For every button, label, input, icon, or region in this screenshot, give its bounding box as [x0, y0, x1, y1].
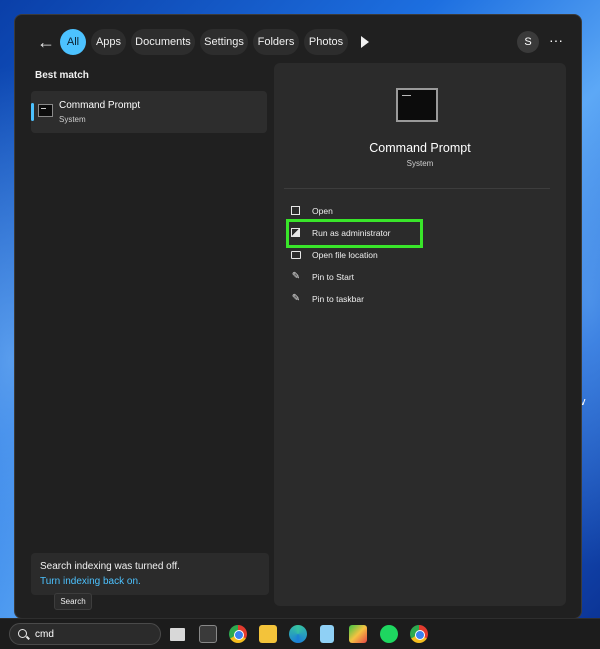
action-open-file-location[interactable]: Open file location — [290, 247, 490, 263]
action-label: Pin to taskbar — [312, 294, 364, 304]
detail-subtitle: System — [406, 159, 434, 168]
filter-tab-folders[interactable]: Folders — [253, 29, 299, 55]
best-match-heading: Best match — [35, 70, 89, 81]
search-tooltip: Search — [54, 593, 92, 610]
action-pin-to-taskbar[interactable]: ✎ Pin to taskbar — [290, 291, 490, 307]
filter-tab-photos[interactable]: Photos — [304, 29, 348, 55]
search-icon — [18, 629, 27, 638]
more-filters-arrow-icon[interactable] — [361, 36, 369, 48]
account-avatar[interactable]: S — [517, 31, 539, 53]
bluestacks-icon[interactable] — [349, 625, 367, 643]
search-value: cmd — [35, 629, 54, 640]
filter-bar: ← All Apps Documents Settings Folders Ph… — [15, 29, 581, 55]
spotify-icon[interactable] — [380, 625, 398, 643]
selection-indicator — [31, 103, 34, 121]
start-search-panel: ← All Apps Documents Settings Folders Ph… — [14, 14, 582, 619]
detail-title: Command Prompt — [369, 141, 471, 155]
action-label: Open — [312, 206, 333, 216]
folder-icon — [291, 251, 301, 259]
action-label: Open file location — [312, 250, 378, 260]
file-explorer-icon[interactable] — [259, 625, 277, 643]
filter-tab-settings[interactable]: Settings — [200, 29, 248, 55]
command-prompt-icon — [38, 104, 53, 117]
detail-pane: Command Prompt System Open Run as admini… — [274, 63, 566, 606]
best-match-result[interactable]: Command Prompt System — [31, 91, 267, 133]
back-button[interactable]: ← — [35, 31, 57, 53]
filter-tab-all[interactable]: All — [60, 29, 86, 55]
pin-icon: ✎ — [291, 293, 301, 304]
action-pin-to-start[interactable]: ✎ Pin to Start — [290, 269, 490, 285]
taskbar: cmd — [0, 618, 600, 649]
pin-icon: ✎ — [291, 271, 301, 282]
chrome-icon[interactable] — [229, 625, 247, 643]
filter-tab-documents[interactable]: Documents — [131, 29, 195, 55]
notepad-icon[interactable] — [320, 625, 334, 643]
result-title: Command Prompt — [59, 100, 141, 111]
indexing-notice: Search indexing was turned off. Turn ind… — [31, 553, 269, 595]
action-label: Pin to Start — [312, 272, 355, 282]
turn-indexing-on-link[interactable]: Turn indexing back on. — [40, 576, 141, 587]
command-prompt-large-icon — [396, 88, 438, 122]
taskbar-search-input[interactable]: cmd — [9, 623, 161, 645]
highlight-annotation — [286, 219, 423, 248]
open-icon — [291, 206, 300, 215]
result-subtitle: System — [59, 115, 86, 124]
action-open[interactable]: Open — [290, 203, 490, 219]
task-view-icon[interactable] — [170, 628, 185, 641]
edge-icon[interactable] — [289, 625, 307, 643]
chrome-icon[interactable] — [410, 625, 428, 643]
filter-tab-apps[interactable]: Apps — [91, 29, 126, 55]
more-options-button[interactable]: ··· — [545, 31, 567, 53]
indexing-notice-text: Search indexing was turned off. — [40, 561, 180, 572]
terminal-icon[interactable] — [199, 625, 217, 643]
divider — [284, 188, 550, 189]
